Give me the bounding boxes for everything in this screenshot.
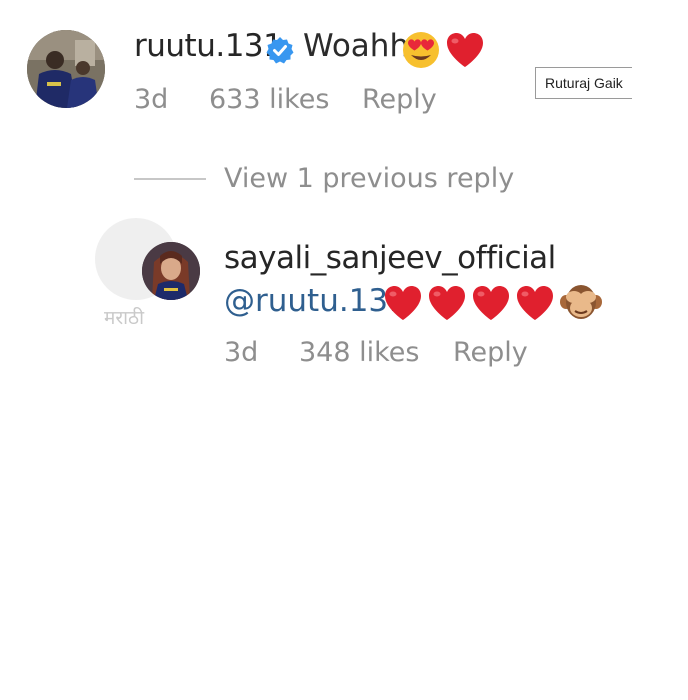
red-heart-emoji-icon: [385, 286, 421, 320]
see-no-evil-monkey-emoji-icon: [560, 282, 602, 322]
reply-timestamp: 3d: [224, 337, 259, 368]
reply-likes[interactable]: 348 likes: [299, 337, 419, 368]
red-heart-emoji-icon: [429, 286, 465, 320]
comment-reply-button[interactable]: Reply: [362, 84, 437, 115]
comment-username[interactable]: ruutu.131: [134, 28, 283, 64]
reply-reply-button[interactable]: Reply: [453, 337, 528, 368]
comment-text: Woahh: [303, 28, 410, 64]
comment-timestamp: 3d: [134, 84, 169, 115]
view-replies-divider: [134, 178, 206, 180]
red-heart-emoji-icon: [517, 286, 553, 320]
verified-badge-icon: [266, 36, 294, 64]
red-heart-emoji-icon: [473, 286, 509, 320]
view-previous-replies-button[interactable]: View 1 previous reply: [224, 163, 514, 194]
avatar-sayali[interactable]: [142, 242, 200, 300]
avatar-ruutu[interactable]: [27, 30, 105, 108]
tooltip-container: Ruturaj Gaik: [535, 60, 632, 108]
comment-likes[interactable]: 633 likes: [209, 84, 329, 115]
watermark-text: मराठी: [104, 307, 145, 329]
reply-username[interactable]: sayali_sanjeev_official: [224, 240, 556, 276]
reply-hearts: [383, 284, 555, 322]
heart-eyes-emoji-icon: [402, 31, 440, 69]
reply-mention-link[interactable]: @ruutu.131: [224, 283, 408, 319]
red-heart-emoji-icon: [445, 31, 485, 69]
name-tooltip: Ruturaj Gaik: [535, 67, 632, 99]
